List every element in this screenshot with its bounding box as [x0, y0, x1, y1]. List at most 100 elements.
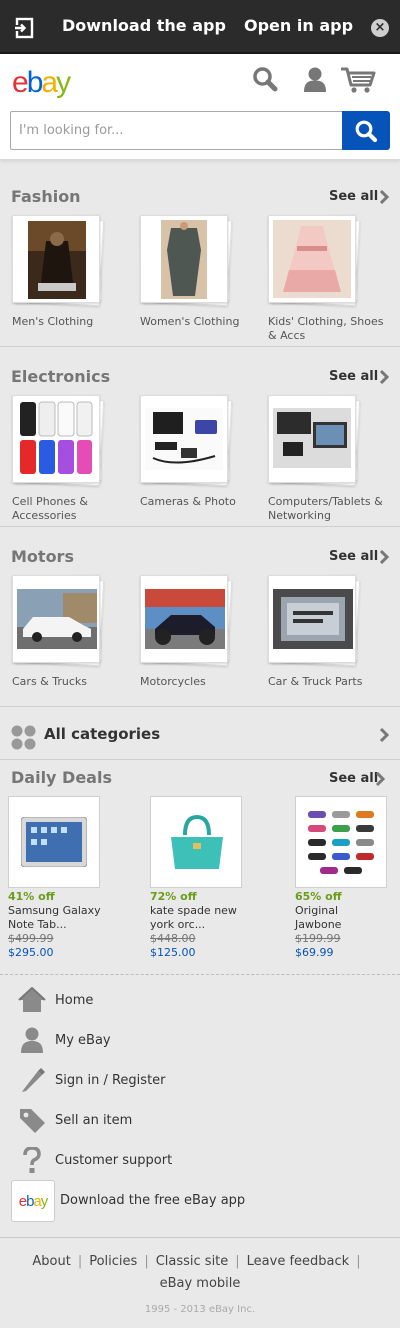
category-tile-car-truck-parts[interactable]: Car & Truck Parts [268, 574, 392, 689]
menu-item-label: Sign in / Register [55, 1073, 166, 1088]
kids-dress-image [273, 220, 351, 298]
see-all-link[interactable]: See all [329, 189, 378, 204]
deal-old-price: $499.99 [8, 932, 54, 945]
chevron-right-icon[interactable] [378, 189, 390, 205]
category-title: Fashion [11, 187, 81, 206]
tile-label: Men's Clothing [12, 315, 94, 328]
tile-photo [12, 394, 105, 487]
handbag-image [171, 814, 223, 869]
footer-link-policies[interactable]: Policies [89, 1254, 137, 1269]
deal-item[interactable]: 72% off kate spade new york orc... $448.… [150, 796, 260, 960]
ebay-logo[interactable]: ebay [12, 66, 71, 100]
chevron-right-icon[interactable] [378, 369, 390, 385]
tag-icon [20, 1109, 45, 1133]
footer-link-about[interactable]: About [32, 1254, 70, 1269]
jawbone-image [308, 811, 374, 874]
category-section-motors: Motors See all Cars & Trucks Motorcycles… [0, 527, 400, 707]
tile-photo [140, 574, 233, 667]
menu-item-sign-in[interactable]: Sign in / Register [0, 1060, 400, 1100]
chevron-right-icon[interactable] [378, 549, 390, 565]
deal-name-line: Original [295, 904, 339, 917]
menu-item-label: Download the free eBay app [60, 1193, 246, 1208]
app-logo-letter-a: a [33, 1192, 41, 1210]
user-icon[interactable] [302, 66, 328, 92]
menu-item-customer-support[interactable]: Customer support [0, 1140, 400, 1180]
user-icon [21, 1027, 43, 1053]
category-tile-kids-clothing[interactable]: Kids' Clothing, Shoes & Accs [268, 214, 392, 343]
deal-discount: 41% off [8, 890, 55, 903]
tablet-image [273, 408, 351, 468]
question-icon [23, 1147, 41, 1173]
footer-link-ebay-mobile[interactable]: eBay mobile [160, 1276, 241, 1291]
download-app-link[interactable]: Download the app [62, 16, 226, 35]
open-in-app-link[interactable]: Open in app [244, 16, 353, 35]
menu-item-label: Home [55, 993, 94, 1008]
logo-letter-a: a [41, 66, 58, 99]
deal-item[interactable]: 41% off Samsung Galaxy Note Tab... $499.… [8, 796, 118, 960]
deal-name-line: Note Tab... [8, 918, 67, 931]
footer-link-leave-feedback[interactable]: Leave feedback [247, 1254, 350, 1269]
separator: | [77, 1254, 83, 1269]
category-tile-cars-trucks[interactable]: Cars & Trucks [12, 574, 136, 689]
menu-item-download-app[interactable]: ebay Download the free eBay app [0, 1180, 400, 1222]
car-part-image [273, 589, 353, 649]
close-icon[interactable]: × [371, 19, 389, 37]
tile-label: Car & Truck Parts [268, 675, 363, 688]
tile-label: Motorcycles [140, 675, 206, 688]
category-tile-mens-clothing[interactable]: Men's Clothing [12, 214, 136, 329]
category-tile-cell-phones[interactable]: Cell Phones & Accessories [12, 394, 136, 523]
category-section-electronics: Electronics See all Cell Phones & Access… [0, 347, 400, 527]
see-all-link[interactable]: See all [329, 549, 378, 564]
search-icon[interactable] [252, 66, 278, 92]
deal-item[interactable]: 65% off Original Jawbone $199.99 $69.99 [295, 796, 400, 960]
menu-item-sell[interactable]: Sell an item [0, 1100, 400, 1140]
dress-image [161, 220, 207, 299]
home-icon [18, 987, 46, 1012]
tile-label: Cars & Trucks [12, 675, 87, 688]
menu-item-my-ebay[interactable]: My eBay [0, 1020, 400, 1060]
menu-item-home[interactable]: Home [0, 980, 400, 1020]
chevron-right-icon[interactable] [374, 771, 386, 787]
cart-icon[interactable] [340, 66, 376, 94]
camera-kit-image [145, 408, 223, 470]
open-in-app-icon[interactable] [14, 17, 36, 39]
menu-item-label: Sell an item [55, 1113, 133, 1128]
see-all-link[interactable]: See all [329, 771, 378, 786]
logo-letter-y: y [56, 66, 71, 99]
app-logo-letter-y: y [40, 1192, 48, 1210]
see-all-link[interactable]: See all [329, 369, 378, 384]
all-categories-label: All categories [44, 725, 161, 743]
tablet-image [21, 817, 87, 867]
footer-links: About | Policies | Classic site | Leave feedba… [0, 1251, 400, 1295]
ebay-app-icon: ebay [11, 1180, 55, 1222]
category-title: Motors [11, 547, 74, 566]
category-tile-cameras[interactable]: Cameras & Photo [140, 394, 264, 509]
tile-photo [268, 394, 361, 487]
category-tile-motorcycles[interactable]: Motorcycles [140, 574, 264, 689]
tile-photo [268, 214, 361, 307]
search-button[interactable] [342, 111, 390, 150]
page: Download the app Open in app × ebay I'm … [0, 0, 400, 1328]
deal-old-price: $448.00 [150, 932, 196, 945]
menu-item-label: My eBay [55, 1033, 111, 1048]
app-logo-letter-b: b [26, 1192, 34, 1210]
tile-photo [12, 214, 105, 307]
tile-photo [12, 574, 105, 667]
car-image [17, 589, 97, 649]
deal-name-line: Jawbone [295, 918, 342, 931]
chevron-right-icon [379, 727, 390, 743]
footer-link-classic-site[interactable]: Classic site [156, 1254, 229, 1269]
copyright: 1995 - 2013 eBay Inc. [144, 1304, 256, 1315]
search-input[interactable] [10, 111, 343, 150]
tile-photo [268, 574, 361, 667]
tile-label: Computers/Tablets & Networking [268, 495, 383, 522]
all-categories-row[interactable]: All categories [0, 707, 400, 760]
category-tile-computers[interactable]: Computers/Tablets & Networking [268, 394, 392, 523]
deal-name-line: kate spade new [150, 904, 237, 917]
header: ebay [0, 54, 400, 160]
category-tile-womens-clothing[interactable]: Women's Clothing [140, 214, 264, 329]
deal-name-line: Samsung Galaxy [8, 904, 101, 917]
app-banner: Download the app Open in app × [0, 0, 400, 54]
separator: | [235, 1254, 240, 1269]
deal-old-price: $199.99 [295, 932, 341, 945]
